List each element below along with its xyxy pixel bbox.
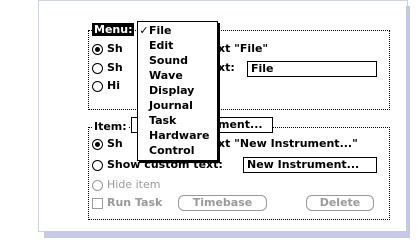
popup-menu-item[interactable]: Edit — [138, 39, 217, 52]
item-popup-value: ment... — [218, 118, 263, 131]
run-task-row[interactable]: Run Task — [92, 196, 162, 210]
item-hide-label: Hide item — [107, 178, 161, 191]
popup-menu-item-label: Hardware — [149, 129, 210, 142]
menu-show-custom-label: Sh — [107, 61, 123, 74]
menu-hide-row[interactable]: Hi — [92, 79, 120, 93]
item-hide-radio[interactable] — [92, 179, 103, 191]
menu-show-custom-row[interactable]: Sh — [92, 61, 123, 75]
popup-menu-item[interactable]: Journal — [138, 99, 217, 112]
menu-hide-label: Hi — [107, 79, 120, 92]
menu-show-default-row[interactable]: Sh — [92, 42, 123, 56]
item-show-default-row[interactable]: Sh — [92, 137, 123, 151]
window-shadow-right — [406, 6, 410, 231]
menu-hide-radio[interactable] — [92, 80, 103, 92]
popup-menu-item-label: Display — [149, 84, 195, 97]
menu-show-default-radio[interactable] — [92, 43, 103, 55]
popup-menu-item-label: Sound — [149, 54, 189, 67]
item-custom-text-field[interactable]: New Instrument... — [243, 157, 377, 173]
item-show-default-label: Sh — [107, 137, 123, 150]
window-shadow-bottom — [44, 231, 410, 238]
popup-menu-item-label: Edit — [149, 39, 174, 52]
timebase-button[interactable]: Timebase — [178, 195, 267, 211]
delete-button[interactable]: Delete — [306, 195, 374, 211]
run-task-checkbox[interactable] — [92, 197, 103, 209]
item-show-default-text: xt "New Instrument..." — [218, 137, 358, 150]
item-group-legend: Item: — [92, 120, 129, 133]
menu-show-default-text: xt "File" — [218, 42, 269, 55]
popup-menu-item-label: Control — [149, 144, 195, 157]
popup-menu-item[interactable]: Task — [138, 114, 217, 127]
popup-menu-item-label: Task — [149, 114, 177, 127]
popup-menu-item[interactable]: Hardware — [138, 129, 217, 142]
popup-menu-item[interactable]: Sound — [138, 54, 217, 67]
menu-group-legend[interactable]: Menu: — [92, 23, 135, 36]
item-hide-row[interactable]: Hide item — [92, 178, 160, 192]
popup-menu-item[interactable]: Control — [138, 144, 217, 157]
menu-show-custom-text: xt: — [218, 61, 235, 74]
menu-popup-list: ✓ File Edit Sound Wave Display Journal Task Hard… — [137, 21, 218, 161]
popup-menu-item-label: Journal — [149, 99, 193, 112]
popup-menu-item-label: File — [149, 24, 172, 37]
popup-menu-item-label: Wave — [149, 69, 183, 82]
run-task-label: Run Task — [107, 196, 163, 209]
popup-menu-item[interactable]: Display — [138, 84, 217, 97]
menu-show-default-label: Sh — [107, 42, 123, 55]
menu-show-custom-radio[interactable] — [92, 62, 103, 74]
item-show-default-radio[interactable] — [92, 138, 103, 150]
item-show-custom-radio[interactable] — [92, 159, 103, 171]
popup-menu-item[interactable]: ✓ File — [138, 24, 217, 37]
checkmark-icon: ✓ — [139, 24, 149, 37]
menu-custom-text-field[interactable]: File — [247, 61, 377, 77]
popup-menu-item[interactable]: Wave — [138, 69, 217, 82]
